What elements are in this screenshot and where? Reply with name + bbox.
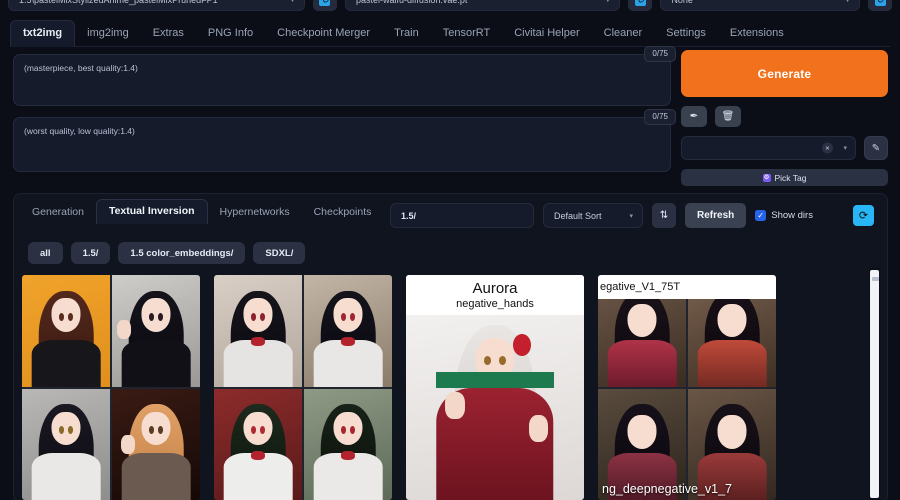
main-tab-bar: txt2img img2img Extras PNG Info Checkpoi… — [10, 20, 890, 47]
refresh-icon — [634, 0, 646, 6]
third-value: None — [671, 0, 693, 5]
table-row[interactable] — [22, 275, 200, 500]
refresh-checkpoint-button[interactable] — [312, 0, 337, 11]
reload-ui-button[interactable]: ⟳ — [853, 205, 874, 226]
card-subtitle: negative_hands — [456, 298, 534, 310]
embedding-card-grid[interactable]: n2 Aurora negative_hands — [22, 275, 870, 500]
chip-color-embeddings[interactable]: 1.5 color_embeddings/ — [118, 242, 246, 264]
thumbnail-image — [112, 275, 200, 387]
search-input[interactable]: 1.5/ — [390, 203, 534, 228]
show-dirs-toggle[interactable]: Show dirs — [755, 210, 813, 221]
tab-civitai-helper[interactable]: Civitai Helper — [502, 21, 591, 46]
negative-prompt-text: (worst quality, low quality:1.4) — [24, 126, 135, 136]
subtab-textual-inversion[interactable]: Textual Inversion — [95, 199, 208, 224]
thumbnail-image — [214, 388, 302, 500]
pick-tag-button[interactable]: Pick Tag — [681, 169, 888, 186]
subtab-generation[interactable]: Generation — [20, 201, 96, 224]
scrollbar-thumb[interactable] — [870, 270, 879, 498]
tab-img2img[interactable]: img2img — [75, 21, 141, 46]
positive-prompt-input[interactable]: (masterpiece, best quality:1.4) 0/75 — [13, 46, 676, 106]
checkpoint-value: 1.5\pastelMixStylizedAnime_pastelMixPrun… — [19, 0, 218, 5]
tab-extras[interactable]: Extras — [141, 21, 196, 46]
styles-select[interactable]: × ▾ — [681, 136, 856, 160]
subtab-hypernetworks[interactable]: Hypernetworks — [208, 201, 302, 224]
refresh-third-button[interactable] — [868, 0, 892, 11]
model-toolbar: 1.5\pastelMixStylizedAnime_pastelMixPrun… — [0, 0, 900, 12]
chevron-down-icon: ▾ — [843, 145, 847, 152]
prompt-area: (masterpiece, best quality:1.4) 0/75 (wo… — [13, 46, 676, 172]
thumbnail-image — [304, 275, 392, 387]
extra-networks-toolbar: 1.5/ Default Sort ▾ ⇅ Refresh Show dirs — [390, 203, 813, 228]
card-title-overlay: Aurora negative_hands — [406, 275, 584, 315]
subtab-checkpoints[interactable]: Checkpoints — [302, 201, 384, 224]
chip-sdxl[interactable]: SDXL/ — [253, 242, 306, 264]
chevron-down-icon: ▼ — [844, 0, 851, 4]
sort-value: Default Sort — [554, 210, 602, 221]
close-icon[interactable]: × — [822, 142, 833, 154]
table-row[interactable]: n2 Aurora negative_hands — [406, 275, 584, 500]
chevron-down-icon: ▼ — [289, 0, 296, 4]
generate-button[interactable]: Generate — [681, 50, 888, 97]
paste-brush-button[interactable]: ✒ — [681, 106, 707, 127]
gear-icon — [762, 173, 771, 182]
edit-styles-button[interactable]: ✎ — [864, 136, 888, 160]
card-thumbnail-grid — [22, 275, 200, 500]
prompt-action-row: ✒ 🗑 — [681, 106, 888, 127]
tab-settings[interactable]: Settings — [654, 21, 718, 46]
refresh-button[interactable]: Refresh — [685, 203, 747, 228]
thumbnail-image — [304, 388, 392, 500]
clear-prompt-button[interactable]: 🗑 — [715, 106, 741, 127]
tab-extensions[interactable]: Extensions — [718, 21, 796, 46]
chip-all[interactable]: all — [28, 242, 63, 264]
scrollbar-grip-icon — [872, 277, 879, 281]
tab-checkpoint-merger[interactable]: Checkpoint Merger — [265, 21, 382, 46]
pick-tag-label: Pick Tag — [774, 172, 807, 183]
thumbnail-image — [22, 275, 110, 387]
tab-tensorrt[interactable]: TensorRT — [431, 21, 502, 46]
tab-png-info[interactable]: PNG Info — [196, 21, 265, 46]
styles-row: × ▾ ✎ — [681, 136, 888, 160]
checkpoint-select[interactable]: 1.5\pastelMixStylizedAnime_pastelMixPrun… — [8, 0, 305, 11]
thumbnail-image — [112, 388, 200, 500]
card-thumbnail-grid — [598, 275, 776, 500]
thumbnail-image — [214, 275, 302, 387]
card-name-label: egative_V1_75T — [598, 275, 776, 299]
thumbnail-image — [22, 388, 110, 500]
show-dirs-label: Show dirs — [771, 210, 813, 221]
third-select[interactable]: None ▼ — [660, 0, 860, 11]
tab-txt2img[interactable]: txt2img — [10, 20, 76, 47]
refresh-vae-button[interactable] — [628, 0, 653, 11]
vae-select[interactable]: pastel-waifu-diffusion.vae.pt ▼ — [344, 0, 621, 11]
directory-chip-row: all 1.5/ 1.5 color_embeddings/ SDXL/ — [28, 242, 306, 264]
sort-direction-button[interactable]: ⇅ — [652, 203, 676, 228]
table-row[interactable]: egative_V1_75T ng_deepnegative_v1_7 — [598, 275, 776, 500]
refresh-icon — [319, 0, 331, 6]
positive-prompt-text: (masterpiece, best quality:1.4) — [24, 63, 138, 73]
vae-value: pastel-waifu-diffusion.vae.pt — [355, 0, 468, 5]
extra-networks-tab-bar: Generation Textual Inversion Hypernetwor… — [20, 199, 428, 224]
chevron-down-icon: ▼ — [604, 0, 612, 4]
vertical-scrollbar[interactable] — [869, 268, 880, 500]
card-bottom-label: ng_deepnegative_v1_7 — [602, 482, 732, 496]
checkbox-icon[interactable] — [755, 210, 767, 221]
negative-token-counter: 0/75 — [644, 109, 676, 125]
tab-train[interactable]: Train — [382, 21, 431, 46]
positive-token-counter: 0/75 — [644, 46, 676, 62]
card-thumbnail-grid — [214, 275, 392, 500]
card-title: Aurora — [472, 280, 518, 297]
generate-column: Generate ✒ 🗑 × ▾ ✎ Pick Tag — [681, 50, 888, 186]
refresh-icon — [874, 0, 886, 6]
tab-cleaner[interactable]: Cleaner — [592, 21, 655, 46]
chevron-down-icon: ▾ — [629, 212, 633, 220]
table-row[interactable] — [214, 275, 392, 500]
chip-15[interactable]: 1.5/ — [70, 242, 111, 264]
negative-prompt-input[interactable]: (worst quality, low quality:1.4) 0/75 — [13, 109, 676, 172]
sort-select[interactable]: Default Sort ▾ — [543, 203, 643, 228]
